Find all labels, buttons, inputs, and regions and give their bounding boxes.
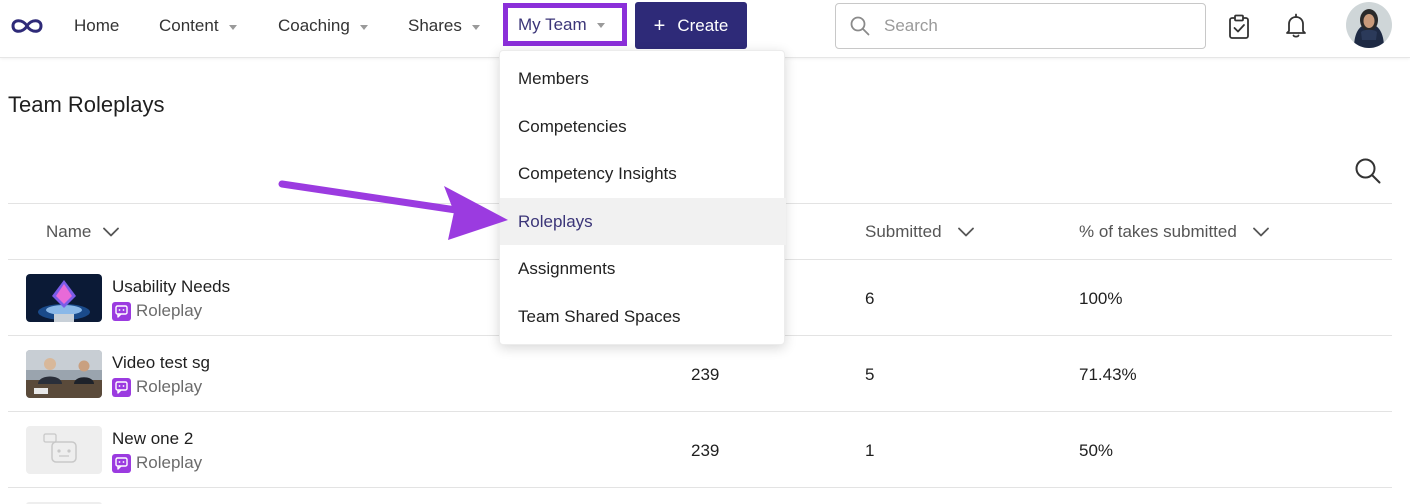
roleplay-thumbnail — [26, 350, 102, 398]
search-input[interactable] — [884, 16, 1184, 36]
menu-item-competencies[interactable]: Competencies — [500, 103, 786, 150]
arrow-pointer-icon — [276, 176, 516, 251]
nav-home-label: Home — [74, 16, 120, 35]
row-type-label: Roleplay — [136, 453, 203, 472]
row-title[interactable]: Video test sg — [112, 353, 210, 373]
nav-content[interactable]: Content — [159, 0, 237, 52]
chevron-down-icon — [1252, 227, 1269, 237]
user-avatar[interactable] — [1346, 2, 1392, 48]
table-row[interactable] — [8, 488, 1392, 504]
column-header-pct-label: % of takes submitted — [1079, 222, 1237, 241]
row-type: Roleplay — [112, 453, 202, 473]
roleplay-thumbnail — [26, 274, 102, 322]
bell-icon[interactable] — [1284, 13, 1308, 44]
roleplay-chat-icon — [112, 301, 131, 321]
row-submitted: 1 — [865, 441, 875, 460]
plus-icon: + — [653, 14, 666, 37]
nav-my-team[interactable]: My Team — [503, 3, 627, 46]
row-title[interactable]: Usability Needs — [112, 277, 230, 297]
caret-down-icon — [596, 23, 605, 28]
row-col-mid: 239 — [691, 441, 720, 460]
column-header-name-label: Name — [46, 222, 92, 241]
row-submitted: 5 — [865, 365, 875, 384]
row-type-label: Roleplay — [136, 377, 203, 396]
nav-content-label: Content — [159, 16, 219, 35]
create-button[interactable]: + Create — [635, 2, 747, 49]
column-header-name[interactable]: Name — [46, 204, 120, 260]
nav-home[interactable]: Home — [74, 0, 119, 52]
row-pct-submitted: 50% — [1079, 441, 1114, 460]
row-type: Roleplay — [112, 377, 202, 397]
page-title: Team Roleplays — [8, 92, 165, 117]
menu-item-competency-insights[interactable]: Competency Insights — [500, 150, 786, 197]
menu-item-roleplays[interactable]: Roleplays — [500, 198, 786, 245]
table-row[interactable]: New one 2 Roleplay 239 1 50% — [8, 412, 1392, 488]
my-team-dropdown-menu: Members Competencies Competency Insights… — [499, 50, 786, 345]
column-header-pct-submitted[interactable]: % of takes submitted — [1079, 204, 1269, 260]
roleplay-chat-icon — [112, 377, 131, 397]
create-button-label: Create — [677, 15, 729, 35]
nav-shares[interactable]: Shares — [408, 0, 480, 52]
roleplay-chat-icon — [112, 453, 131, 473]
column-header-submitted-label: Submitted — [865, 222, 942, 241]
caret-down-icon — [359, 24, 368, 30]
nav-coaching-label: Coaching — [278, 16, 350, 35]
menu-item-members[interactable]: Members — [500, 55, 786, 102]
chevron-down-icon — [103, 227, 120, 237]
chevron-down-icon — [957, 227, 974, 237]
row-title[interactable]: New one 2 — [112, 429, 193, 449]
row-pct-submitted: 100% — [1079, 289, 1123, 308]
caret-down-icon — [228, 24, 237, 30]
row-type-label: Roleplay — [136, 301, 203, 320]
row-pct-submitted: 71.43% — [1079, 365, 1137, 384]
global-search[interactable] — [835, 3, 1206, 49]
infinity-logo-icon[interactable] — [8, 14, 46, 38]
clipboard-check-icon[interactable] — [1228, 14, 1250, 45]
menu-item-team-shared-spaces[interactable]: Team Shared Spaces — [500, 293, 786, 340]
caret-down-icon — [471, 24, 480, 30]
table-search-icon[interactable] — [1354, 157, 1382, 190]
table-row[interactable]: Video test sg Roleplay 239 5 71.43% — [8, 336, 1392, 412]
row-col-mid: 239 — [691, 365, 720, 384]
nav-my-team-label: My Team — [518, 14, 587, 34]
row-submitted: 6 — [865, 289, 875, 308]
nav-coaching[interactable]: Coaching — [278, 0, 368, 52]
roleplay-thumbnail — [26, 426, 102, 474]
column-header-submitted[interactable]: Submitted — [865, 204, 974, 260]
nav-shares-label: Shares — [408, 16, 462, 35]
row-type: Roleplay — [112, 301, 202, 321]
menu-item-assignments[interactable]: Assignments — [500, 245, 786, 292]
search-icon — [850, 16, 870, 36]
